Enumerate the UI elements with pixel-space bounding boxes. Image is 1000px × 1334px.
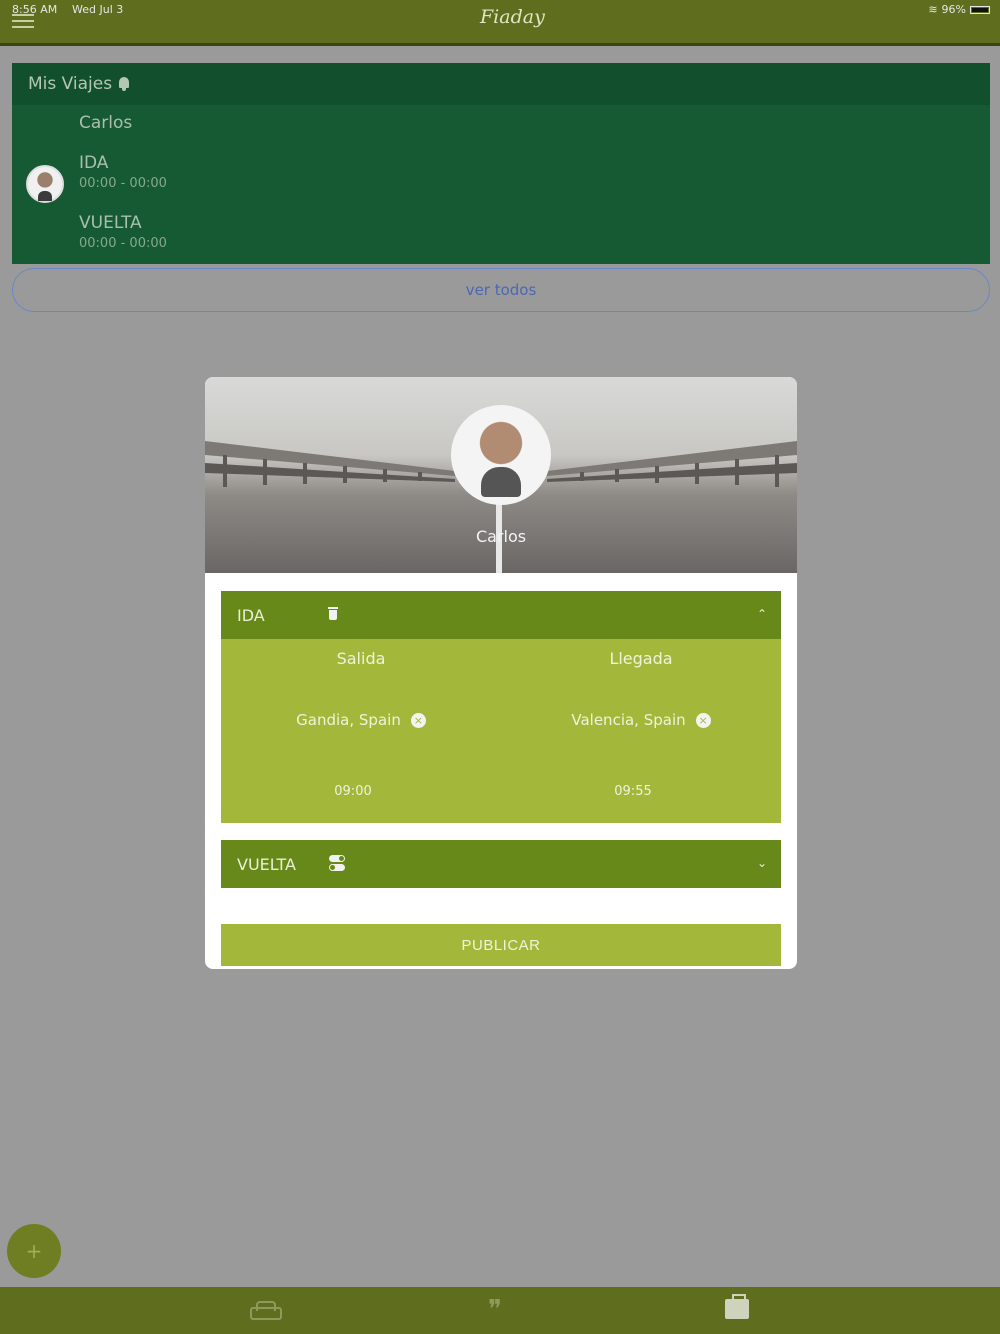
hamburger-menu-icon[interactable] [12,14,34,28]
trip-modal: Carlos IDA ⌃ Salida Llegada Gandia, Spai… [205,377,797,969]
llegada-label: Llegada [609,649,673,668]
my-trips-card[interactable]: Mis Viajes Carlos IDA 00:00 - 00:00 VUEL… [12,63,990,264]
top-app-bar: 8:56 AM Wed Jul 3 ≋ 96% Fiaday [0,0,1000,46]
trash-icon[interactable] [328,607,338,620]
publish-button[interactable]: PUBLICAR [221,924,781,966]
toggle-icon[interactable] [329,855,345,871]
quote-icon[interactable]: ❞ [488,1295,502,1325]
profile-name: Carlos [475,527,527,546]
ida-section-header[interactable]: IDA ⌃ [221,591,781,639]
driver-name: Carlos [79,113,133,133]
my-trips-title: Mis Viajes [28,74,113,94]
clear-salida-icon[interactable]: × [410,713,426,728]
wifi-icon: ≋ [928,3,938,16]
status-indicators: ≋ 96% [928,3,990,16]
trip-ida-label: IDA [79,153,109,173]
my-trips-header: Mis Viajes [12,63,990,105]
llegada-time[interactable]: 09:55 [493,784,773,799]
trip-vuelta-time: 00:00 - 00:00 [79,236,167,251]
bell-icon[interactable] [118,77,130,91]
clear-llegada-icon[interactable]: × [695,713,711,728]
battery-percent: 96% [941,3,966,16]
trip-ida-time: 00:00 - 00:00 [79,176,167,191]
briefcase-icon[interactable] [725,1294,749,1319]
salida-place[interactable]: Gandia, Spain × [221,711,501,729]
vuelta-section-label: VUELTA [237,854,296,874]
salida-time[interactable]: 09:00 [213,784,493,799]
driver-avatar [26,165,64,203]
bottom-navigation: ❞ [0,1287,1000,1334]
salida-place-text: Gandia, Spain [296,711,401,729]
status-date: Wed Jul 3 [72,3,124,16]
profile-banner: Carlos [205,377,797,573]
battery-icon [970,5,990,14]
ida-section-label: IDA [237,605,265,625]
trip-vuelta-label: VUELTA [79,213,142,233]
chevron-up-icon[interactable]: ⌃ [757,607,767,621]
see-all-button[interactable]: ver todos [12,268,990,312]
salida-label: Salida [336,649,386,668]
car-icon[interactable] [250,1301,282,1320]
chevron-down-icon[interactable]: ⌄ [757,856,767,870]
ida-section-body: Salida Llegada Gandia, Spain × Valencia, … [221,639,781,823]
llegada-place-text: Valencia, Spain [571,711,686,729]
app-logo: Fiaday [480,6,545,28]
vuelta-section-header[interactable]: VUELTA ⌄ [221,840,781,888]
add-trip-fab[interactable]: + [7,1224,61,1278]
guardrail-left [205,441,455,487]
profile-photo[interactable] [451,405,551,505]
guardrail-right [547,441,797,487]
llegada-place[interactable]: Valencia, Spain × [501,711,781,729]
